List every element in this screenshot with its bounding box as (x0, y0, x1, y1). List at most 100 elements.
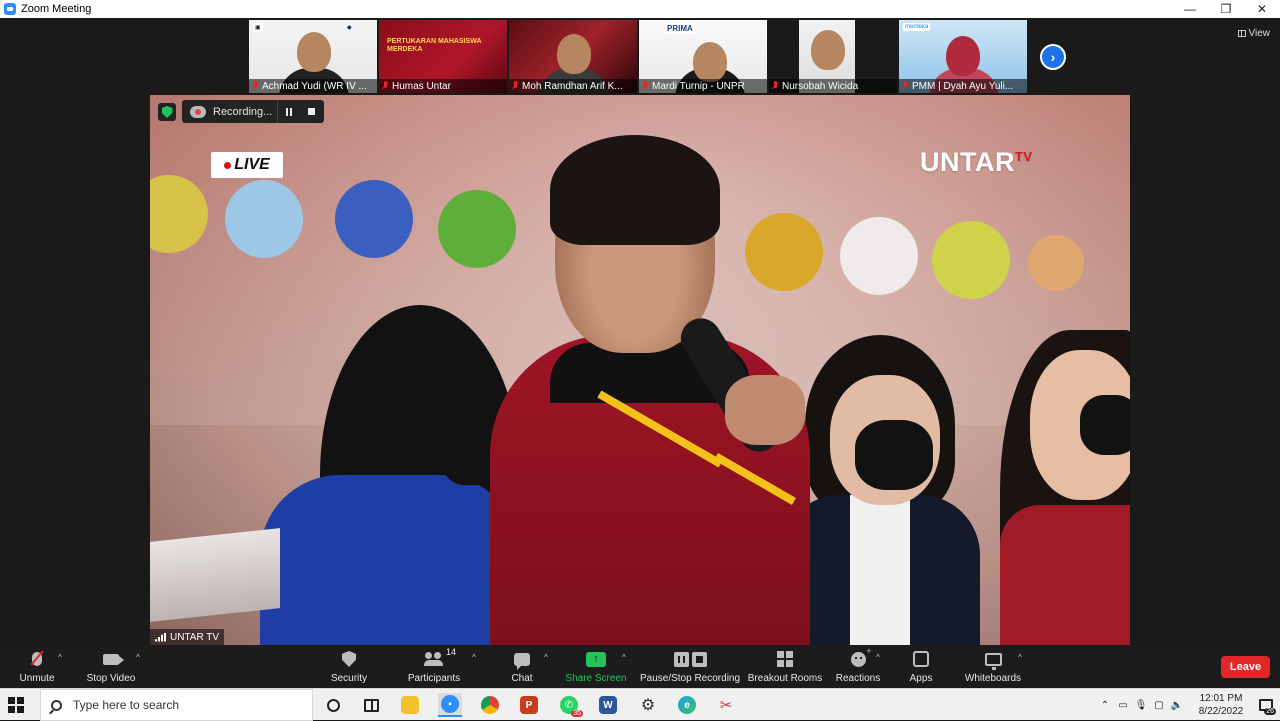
chrome-button[interactable] (478, 693, 502, 717)
edge-icon: e (678, 696, 696, 714)
speaker-hair (550, 135, 720, 245)
search-input[interactable] (73, 698, 293, 712)
security-button[interactable]: Security (330, 649, 368, 684)
participant-hijab (946, 36, 980, 76)
edge-button[interactable]: e (675, 693, 699, 717)
monitor-icon[interactable]: ▢ (1150, 700, 1168, 711)
muted-mic-icon (252, 81, 259, 91)
participant-face (557, 34, 591, 74)
participants-button[interactable]: 14 Participants (407, 647, 461, 684)
breakout-rooms-label: Breakout Rooms (747, 673, 823, 684)
participant-face (693, 42, 727, 82)
close-button[interactable]: ✕ (1244, 0, 1280, 18)
file-explorer-button[interactable] (398, 693, 422, 717)
untar-tv-logo: UNTARTV (920, 147, 1033, 178)
folder-icon (401, 696, 419, 714)
participants-icon (424, 652, 444, 666)
stop-icon (307, 108, 315, 115)
action-center-button[interactable]: 26 (1252, 689, 1280, 721)
volume-icon[interactable]: 🔈 (1168, 700, 1186, 711)
next-page-arrow-icon[interactable]: › (1040, 44, 1066, 70)
show-hidden-icons-chevron-icon[interactable]: ⌃ (1096, 700, 1114, 711)
share-screen-button[interactable]: ↑ Share Screen (565, 649, 627, 684)
unmute-button[interactable]: Unmute (18, 649, 56, 684)
participant-tile[interactable]: Moh Ramdhan Arif K... (509, 20, 637, 93)
taskbar-clock[interactable]: 12:01 PM 8/22/2022 (1190, 692, 1252, 718)
cortana-button[interactable] (321, 693, 345, 717)
security-label: Security (330, 673, 368, 684)
whatsapp-badge: 35 (571, 710, 583, 717)
participants-options-caret[interactable]: ^ (472, 653, 476, 662)
snipping-tool-button[interactable]: ✂ (714, 693, 738, 717)
university-emblem (438, 190, 516, 268)
participant-name: Humas Untar (392, 80, 451, 92)
participant-face (811, 30, 845, 70)
smiley-icon (850, 646, 872, 667)
stop-recording-button[interactable] (300, 100, 322, 123)
face-mask (1080, 395, 1130, 455)
system-tray: ⌃ ▭ 🎙 ▢ 🔈 12:01 PM 8/22/2022 26 (1096, 689, 1280, 721)
participant-tile[interactable]: ▣ ◆ Achmad Yudi (WR IV ... (249, 20, 377, 93)
pause-stop-recording-button[interactable]: Pause/Stop Recording (639, 649, 741, 684)
video-watermark: UNTAR TV (150, 629, 225, 645)
network-icon[interactable]: ▭ (1114, 700, 1132, 711)
taskbar-search[interactable] (40, 689, 313, 721)
task-view-button[interactable] (359, 693, 383, 717)
minimize-button[interactable]: — (1172, 0, 1208, 18)
participant-name: Nursobah Wicida (782, 80, 859, 92)
meeting-toolbar: Unmute ^ Stop Video ^ Security 14 Partic… (0, 645, 1280, 688)
channel-logo-text: UNTAR (920, 147, 1015, 177)
stop-video-button[interactable]: Stop Video (86, 649, 136, 684)
gear-icon: ⚙ (640, 697, 656, 714)
participant-tile[interactable]: PRIMA Mardi Turnip - UNPR (639, 20, 767, 93)
leave-button[interactable]: Leave (1221, 656, 1270, 678)
participant-name: Achmad Yudi (WR IV ... (262, 80, 367, 92)
whiteboards-options-caret[interactable]: ^ (1018, 653, 1022, 662)
participant-nameplate: Achmad Yudi (WR IV ... (249, 79, 377, 93)
video-options-caret[interactable]: ^ (136, 653, 140, 662)
muted-mic-icon (902, 81, 909, 91)
word-button[interactable]: W (596, 693, 620, 717)
stop-video-label: Stop Video (86, 673, 136, 684)
clock-date: 8/22/2022 (1198, 706, 1244, 717)
windows-start-icon[interactable] (8, 697, 24, 713)
chat-options-caret[interactable]: ^ (544, 653, 548, 662)
clock-time: 12:01 PM (1199, 693, 1243, 704)
settings-button[interactable]: ⚙ (636, 693, 660, 717)
podium (150, 528, 280, 622)
person-right-body (1000, 505, 1130, 645)
microphone-tray-icon[interactable]: 🎙 (1132, 700, 1150, 711)
unmute-label: Unmute (19, 673, 55, 684)
apps-icon (913, 651, 929, 667)
powerpoint-button[interactable]: P (517, 693, 541, 717)
pause-recording-button[interactable] (278, 100, 300, 123)
restore-button[interactable]: ❐ (1208, 0, 1244, 18)
participants-count: 14 (446, 647, 457, 657)
participant-tile[interactable]: PERTUKARAN MAHASISWA MERDEKA Humas Untar (379, 20, 507, 93)
pause-stop-recording-label: Pause/Stop Recording (639, 673, 741, 684)
share-options-caret[interactable]: ^ (622, 653, 626, 662)
muted-mic-icon (512, 81, 519, 91)
participant-tile[interactable]: Nursobah Wicida (769, 20, 897, 93)
share-screen-label: Share Screen (565, 673, 627, 684)
participant-tile[interactable]: merdeka PMM | Dyah Ayu Yuli... (899, 20, 1027, 93)
whiteboard-icon (984, 652, 1002, 670)
participant-face (297, 32, 331, 72)
whatsapp-button[interactable]: ✆ 35 (557, 693, 583, 717)
zoom-taskbar-button[interactable]: ▪ (438, 693, 462, 717)
apps-label: Apps (909, 673, 933, 684)
whiteboards-button[interactable]: Whiteboards (963, 649, 1023, 684)
apps-button[interactable]: Apps (908, 649, 934, 684)
breakout-rooms-button[interactable]: Breakout Rooms (747, 649, 823, 684)
chat-button[interactable]: Chat (508, 649, 536, 684)
white-shirt (850, 495, 910, 645)
reactions-button[interactable]: Reactions (836, 646, 880, 685)
reactions-options-caret[interactable]: ^ (876, 653, 880, 662)
active-speaker-video: LIVE UNTARTV UNTAR TV (150, 95, 1130, 645)
audio-options-caret[interactable]: ^ (58, 653, 62, 662)
encryption-shield-icon[interactable] (158, 103, 176, 121)
kampus-merdeka-logo: ◆ (345, 23, 354, 32)
shield-icon (342, 651, 356, 667)
view-button[interactable]: View (1237, 28, 1270, 39)
breakout-rooms-icon (777, 651, 793, 667)
